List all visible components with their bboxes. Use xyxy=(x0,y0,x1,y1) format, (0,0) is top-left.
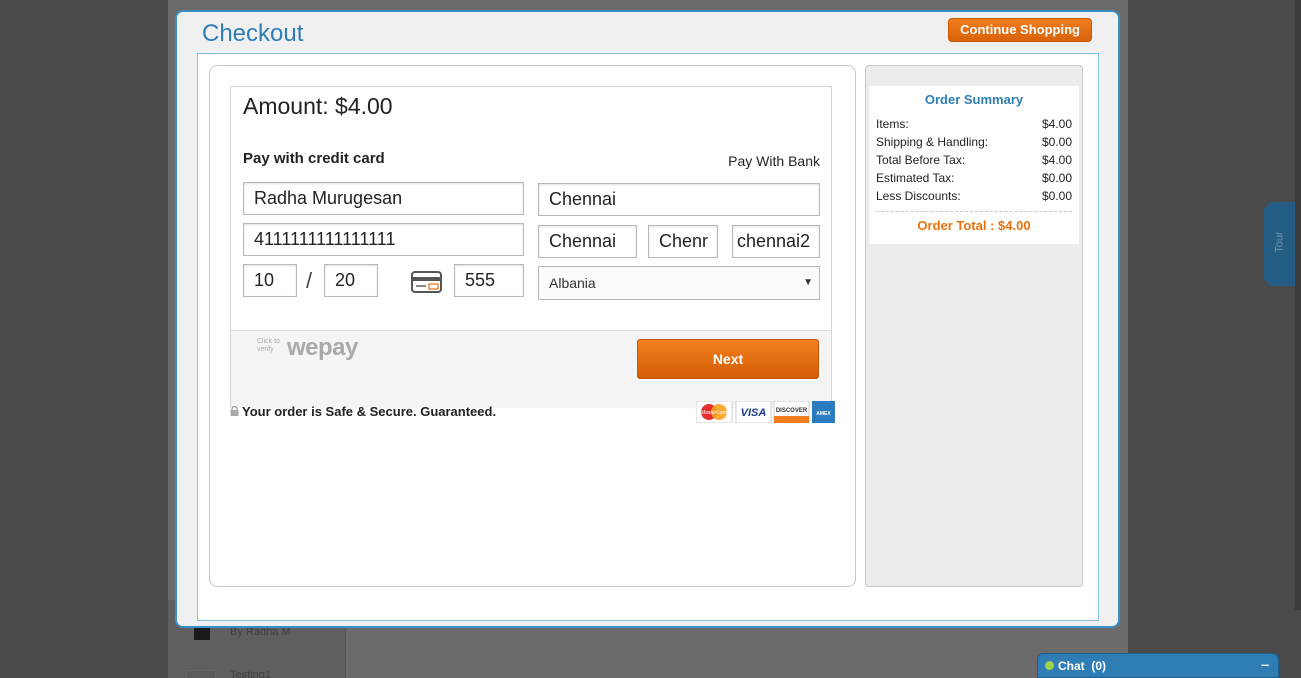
online-status-icon xyxy=(1045,661,1054,670)
order-summary-panel: Order Summary Items: $4.00 Shipping & Han… xyxy=(865,65,1083,587)
summary-row: Less Discounts: $0.00 xyxy=(876,186,1072,204)
mastercard-icon: MasterCard xyxy=(696,401,733,423)
zip-input[interactable]: chennai2 xyxy=(732,225,820,258)
summary-row: Shipping & Handling: $0.00 xyxy=(876,132,1072,150)
svg-text:VISA: VISA xyxy=(741,407,767,419)
cvv-input[interactable]: 555 xyxy=(454,264,524,297)
modal-title: Checkout xyxy=(202,20,304,47)
pay-with-bank-link[interactable]: Pay With Bank xyxy=(728,153,820,169)
summary-row: Items: $4.00 xyxy=(876,114,1072,132)
chat-label: Chat (0) xyxy=(1058,659,1106,673)
summary-label: Less Discounts: xyxy=(876,189,961,203)
visa-icon: VISA xyxy=(735,401,772,423)
minimize-icon[interactable]: – xyxy=(1261,656,1269,672)
discover-icon: DISCOVER xyxy=(773,401,810,423)
svg-text:AMEX: AMEX xyxy=(816,411,831,417)
card-number-input[interactable]: 4111111111111111 xyxy=(243,223,524,256)
summary-value: $4.00 xyxy=(1041,117,1072,131)
chevron-down-icon: ▼ xyxy=(803,277,813,288)
form-footer: Click to verify wepay Next xyxy=(231,330,831,408)
order-summary: Order Summary Items: $4.00 Shipping & Han… xyxy=(869,86,1079,244)
summary-value: $4.00 xyxy=(1041,153,1072,167)
next-button[interactable]: Next xyxy=(637,339,819,379)
credit-card-icon xyxy=(411,271,442,293)
payment-panel: Amount: $4.00 Pay with credit card Pay W… xyxy=(209,65,856,587)
order-summary-title: Order Summary xyxy=(924,92,1024,107)
summary-rows: Items: $4.00 Shipping & Handling: $0.00 To… xyxy=(869,114,1079,204)
secure-notice: Your order is Safe & Secure. Guaranteed. xyxy=(230,404,496,419)
modal-body: Amount: $4.00 Pay with credit card Pay W… xyxy=(197,53,1099,621)
amount-label: Amount: $4.00 xyxy=(243,93,393,119)
svg-text:MasterCard: MasterCard xyxy=(701,410,727,416)
amex-icon: AMEX xyxy=(812,401,835,423)
svg-text:DISCOVER: DISCOVER xyxy=(776,408,808,414)
state-input[interactable]: Chenr xyxy=(648,225,718,258)
card-brands-icon: MasterCard VISA DISCOVER AMEX xyxy=(696,401,835,423)
expiry-month-input[interactable]: 10 xyxy=(243,264,297,297)
wepay-logo: wepay xyxy=(287,334,358,361)
country-select[interactable]: Albania ▼ xyxy=(538,266,820,300)
expiry-year-input[interactable]: 20 xyxy=(324,264,378,297)
summary-label: Items: xyxy=(876,117,909,131)
wepay-verify-text: Click to verify xyxy=(257,338,280,353)
chat-widget[interactable]: Chat (0) – xyxy=(1037,653,1279,678)
order-total: Order Total : $4.00 xyxy=(876,211,1072,233)
continue-shopping-button[interactable]: Continue Shopping xyxy=(948,18,1092,42)
background-thumbnail-2 xyxy=(186,670,216,678)
payment-form: Amount: $4.00 Pay with credit card Pay W… xyxy=(230,86,832,408)
lock-icon xyxy=(230,406,239,416)
country-selected-value: Albania xyxy=(549,275,596,291)
name-on-card-input[interactable]: Radha Murugesan xyxy=(243,182,524,215)
summary-row: Total Before Tax: $4.00 xyxy=(876,150,1072,168)
tour-label: Tour xyxy=(1273,231,1286,253)
summary-value: $0.00 xyxy=(1041,189,1072,203)
summary-value: $0.00 xyxy=(1041,135,1072,149)
secure-text: Your order is Safe & Secure. Guaranteed. xyxy=(242,404,497,419)
expiry-separator: / xyxy=(306,268,313,293)
summary-label: Estimated Tax: xyxy=(876,171,955,185)
summary-label: Shipping & Handling: xyxy=(876,135,989,149)
background-item: Testing1 xyxy=(230,669,271,678)
page-scrollbar[interactable] xyxy=(1295,0,1301,610)
summary-value: $0.00 xyxy=(1041,171,1072,185)
checkout-modal: Checkout Continue Shopping Amount: $4.00… xyxy=(175,10,1120,628)
summary-row: Estimated Tax: $0.00 xyxy=(876,168,1072,186)
pay-with-card-heading: Pay with credit card xyxy=(243,150,385,167)
summary-label: Total Before Tax: xyxy=(876,153,966,167)
city-input[interactable]: Chennai xyxy=(538,225,637,258)
address-input[interactable]: Chennai xyxy=(538,183,820,216)
